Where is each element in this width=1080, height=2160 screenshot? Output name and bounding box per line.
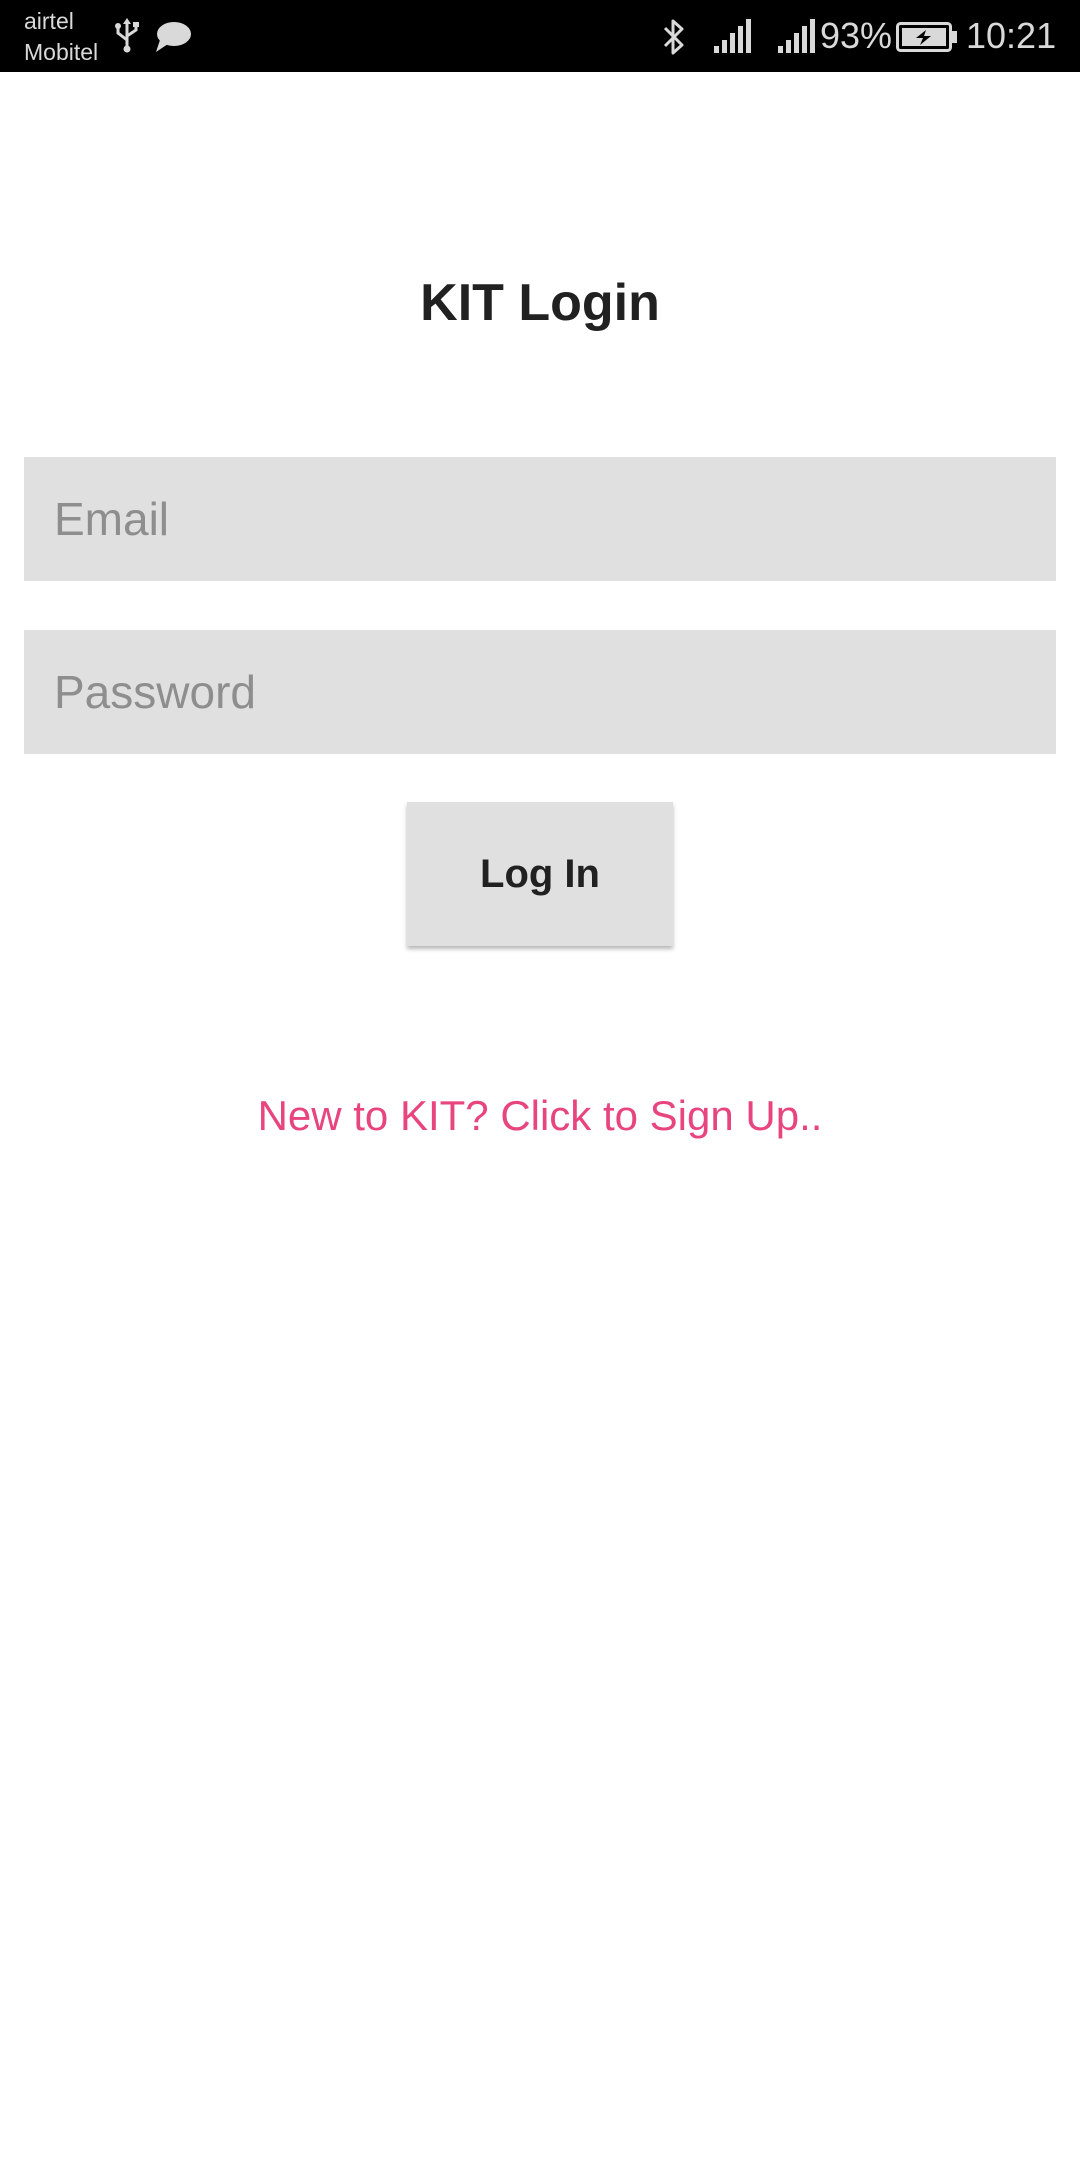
signal-icon — [714, 19, 751, 53]
carrier-name-1: airtel — [24, 8, 74, 34]
carrier-name-2: Mobitel — [24, 39, 99, 65]
login-button[interactable]: Log In — [407, 802, 673, 946]
chat-icon — [156, 22, 191, 52]
clock: 10:21 — [966, 15, 1057, 56]
signup-link[interactable]: New to KIT? Click to Sign Up.. — [0, 1088, 1080, 1144]
status-bar: airtel Mobitel 93% 10:21 — [0, 0, 1080, 72]
page-title: KIT Login — [420, 274, 660, 332]
signal-icon — [778, 19, 815, 53]
bluetooth-icon — [663, 19, 684, 55]
battery-charging-icon — [896, 22, 957, 52]
battery-percentage: 93% — [820, 15, 893, 56]
carrier-info: airtel Mobitel — [24, 6, 98, 68]
usb-icon — [115, 18, 139, 53]
email-field[interactable] — [24, 457, 1056, 581]
password-field[interactable] — [24, 630, 1056, 754]
